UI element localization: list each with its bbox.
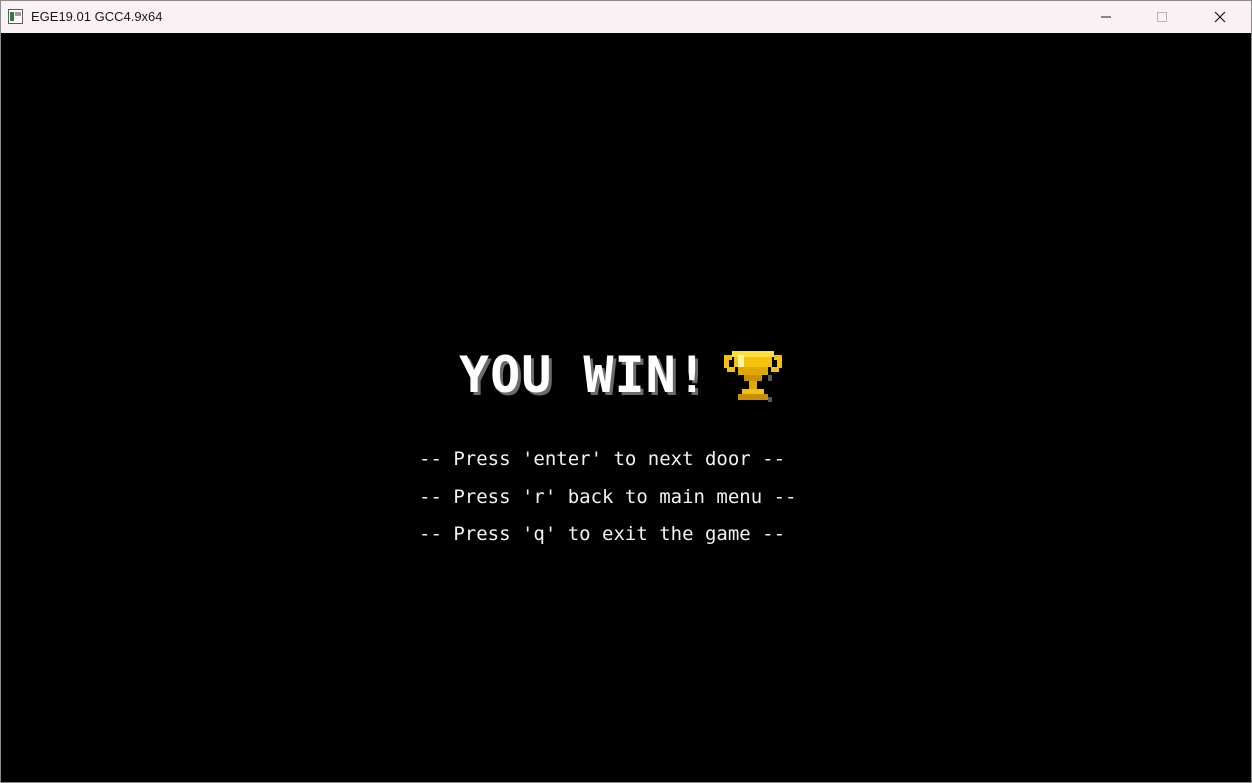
minimize-icon: [1101, 16, 1111, 18]
minimize-button[interactable]: [1083, 1, 1129, 33]
win-banner: YOU WIN!: [459, 345, 788, 405]
close-button[interactable]: [1197, 1, 1243, 33]
maximize-icon: [1157, 12, 1167, 22]
app-window: EGE19.01 GCC4.9x64 YOU WIN! -- Press 'en…: [0, 0, 1252, 783]
menu-line-main-menu: -- Press 'r' back to main menu --: [419, 486, 797, 508]
game-canvas[interactable]: YOU WIN! -- Press 'enter' to next door -…: [1, 34, 1251, 782]
app-icon: [8, 9, 23, 24]
maximize-button[interactable]: [1139, 1, 1185, 33]
window-title: EGE19.01 GCC4.9x64: [31, 9, 163, 24]
title-bar[interactable]: EGE19.01 GCC4.9x64: [1, 1, 1251, 33]
win-heading: YOU WIN!: [459, 346, 708, 404]
menu-line-next-door: -- Press 'enter' to next door --: [419, 448, 786, 470]
close-icon: [1214, 11, 1226, 23]
trophy-icon: [723, 351, 782, 402]
menu-line-exit-game: -- Press 'q' to exit the game --: [419, 523, 786, 545]
